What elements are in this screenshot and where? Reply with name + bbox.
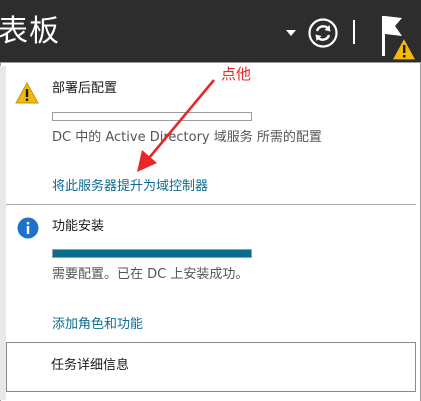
notification-flag-icon[interactable] [378, 14, 418, 62]
post-deployment-progress [52, 112, 252, 121]
annotation-label: 点他 [221, 65, 252, 83]
header-title: 表板 [0, 14, 60, 49]
feature-install-progress [52, 249, 252, 258]
add-roles-features-link[interactable]: 添加角色和功能 [52, 316, 143, 334]
post-deployment-description: DC 中的 Active Directory 域服务 所需的配置 [52, 130, 322, 145]
post-deployment-title: 部署后配置 [52, 81, 118, 96]
info-icon [17, 217, 39, 239]
promote-dc-link[interactable]: 将此服务器提升为域控制器 [52, 178, 208, 196]
header-divider [353, 20, 355, 44]
feature-install-progress-fill [53, 250, 251, 257]
feature-install-description: 需要配置。已在 DC 上安装成功。 [52, 267, 249, 282]
task-details-label: 任务详细信息 [51, 358, 130, 373]
dashboard-header: 表板 [0, 0, 421, 66]
refresh-icon[interactable] [308, 18, 338, 48]
warning-icon [15, 82, 39, 104]
dropdown-arrow-icon[interactable] [286, 30, 296, 36]
task-details-button[interactable]: 任务详细信息 [6, 342, 416, 392]
section-divider [6, 204, 416, 205]
feature-install-title: 功能安装 [52, 219, 105, 234]
